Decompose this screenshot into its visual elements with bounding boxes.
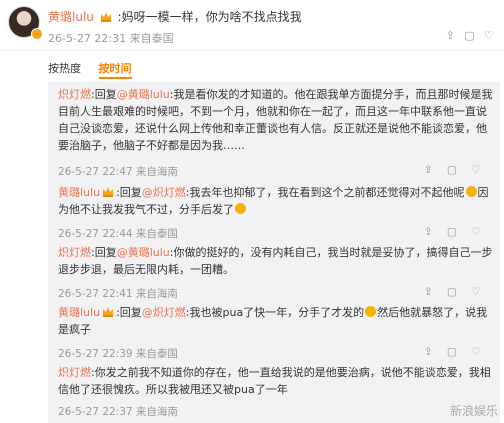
crown-icon [103, 307, 114, 317]
comment-icon[interactable]: ▢ [447, 286, 457, 298]
divider [0, 50, 504, 51]
reply-username[interactable]: 炽灯燃 [58, 246, 91, 259]
like-icon[interactable]: ♡ [471, 164, 480, 176]
reply-prefix: :回复 [91, 88, 117, 101]
like-icon[interactable]: ♡ [471, 286, 480, 298]
reply-time: 26-5-27 22:41 [58, 288, 133, 300]
top-comment-text: :妈呀一模一样，你为啥不找点找我 [117, 10, 302, 24]
reply-time: 26-5-27 22:44 [58, 228, 133, 240]
top-comment-source: 来自泰国 [129, 32, 174, 45]
share-icon[interactable]: ⇪ [424, 286, 433, 298]
crown-icon [103, 187, 114, 197]
reply-source: 来自海南 [135, 288, 178, 300]
reply-prefix: :回复 [116, 306, 142, 319]
mention-link[interactable]: @炽灯燃 [142, 186, 186, 199]
reply-time: 26-5-27 22:47 [58, 166, 133, 178]
reply-time: 26-5-27 22:39 [58, 348, 133, 360]
verified-badge-icon [31, 28, 43, 40]
share-icon[interactable]: ⇪ [424, 164, 433, 176]
reply-meta: 26-5-27 22:41 来自海南 ⇪ ▢ ♡ [58, 286, 480, 301]
tab-hot[interactable]: 按热度 [48, 62, 81, 75]
reply-meta: 26-5-27 22:39 来自泰国 ⇪ ▢ ♡ [58, 346, 480, 361]
reply-text: 炽灯燃:回复@黄璐lulu:你做的挺好的，没有内耗自己，我当时就是妥协了，搞得自… [58, 244, 494, 278]
crown-icon [100, 12, 111, 22]
share-icon[interactable]: ⇪ [424, 346, 433, 358]
laugh-emoji-icon [465, 186, 477, 197]
reply-time: 26-5-27 22:37 [58, 406, 133, 418]
reply-username[interactable]: 黄璐lulu [58, 186, 100, 199]
reply-body: :我也被pua了快一年，分手了才发的 [185, 306, 365, 319]
mention-link[interactable]: @炽灯燃 [142, 306, 186, 319]
reply-body: :你发之前我不知道你的存在，他一直给我说的是他要治病，说他不能谈恋爱，我相信他了… [58, 366, 491, 396]
reply-body: :我去年也抑郁了，我在看到这个之前都还觉得对不起他呢 [185, 186, 465, 199]
mention-link[interactable]: @黄璐lulu [117, 88, 170, 101]
reply-username[interactable]: 炽灯燃 [58, 366, 91, 379]
reply-text: 炽灯燃:你发之前我不知道你的存在，他一直给我说的是他要治病，说他不能谈恋爱，我相… [58, 364, 494, 398]
reply-prefix: :回复 [116, 186, 142, 199]
mention-link[interactable]: @黄璐lulu [117, 246, 170, 259]
reply-source: 来自海南 [135, 406, 178, 418]
reply-meta: 26-5-27 22:37 来自海南 [58, 404, 178, 419]
comment-icon[interactable]: ▢ [447, 164, 457, 176]
reply-username[interactable]: 黄璐lulu [58, 306, 100, 319]
top-comment-line: 黄璐lulu :妈呀一模一样，你为啥不找点找我 [48, 8, 302, 25]
reply-source: 来自泰国 [135, 228, 178, 240]
reply-meta: 26-5-27 22:47 来自海南 ⇪ ▢ ♡ [58, 164, 480, 179]
angry-emoji-icon [365, 306, 377, 317]
share-icon[interactable]: ⇪ [446, 29, 455, 42]
like-icon[interactable]: ♡ [471, 226, 480, 238]
watermark: 新浪娱乐 [449, 404, 498, 418]
reply-prefix: :回复 [91, 246, 117, 259]
like-icon[interactable]: ♡ [484, 29, 494, 42]
reply-meta: 26-5-27 22:44 来自泰国 ⇪ ▢ ♡ [58, 226, 480, 241]
top-comment-meta: 26-5-27 22:31 来自泰国 [48, 30, 174, 46]
reply-username[interactable]: 炽灯燃 [58, 88, 91, 101]
share-icon[interactable]: ⇪ [424, 226, 433, 238]
reply-text: 黄璐lulu:回复@炽灯燃:我也被pua了快一年，分手了才发的 然后他就暴怒了，说… [58, 304, 494, 338]
tab-time[interactable]: 按时间 [98, 62, 132, 79]
laugh-emoji-icon [235, 203, 246, 214]
replies-panel: 炽灯燃:回复@黄璐lulu:我是看你发的才知道的。他在跟我单方面提分手，而且那时… [48, 82, 500, 423]
top-username[interactable]: 黄璐lulu [48, 10, 94, 24]
top-comment-time: 26-5-27 22:31 [48, 32, 127, 45]
reply-text: 炽灯燃:回复@黄璐lulu:我是看你发的才知道的。他在跟我单方面提分手，而且那时… [58, 86, 494, 154]
like-icon[interactable]: ♡ [471, 346, 480, 358]
reply-source: 来自海南 [135, 166, 178, 178]
top-comment-actions: ⇪ ▢ ♡ [440, 29, 495, 42]
comment-icon[interactable]: ▢ [447, 226, 457, 238]
comment-icon[interactable]: ▢ [447, 346, 457, 358]
sort-tabs: 按热度 按时间 [48, 60, 146, 79]
reply-source: 来自泰国 [135, 348, 178, 360]
comment-icon[interactable]: ▢ [464, 29, 474, 42]
reply-text: 黄璐lulu:回复@炽灯燃:我去年也抑郁了，我在看到这个之前都还觉得对不起他呢因… [58, 184, 494, 218]
